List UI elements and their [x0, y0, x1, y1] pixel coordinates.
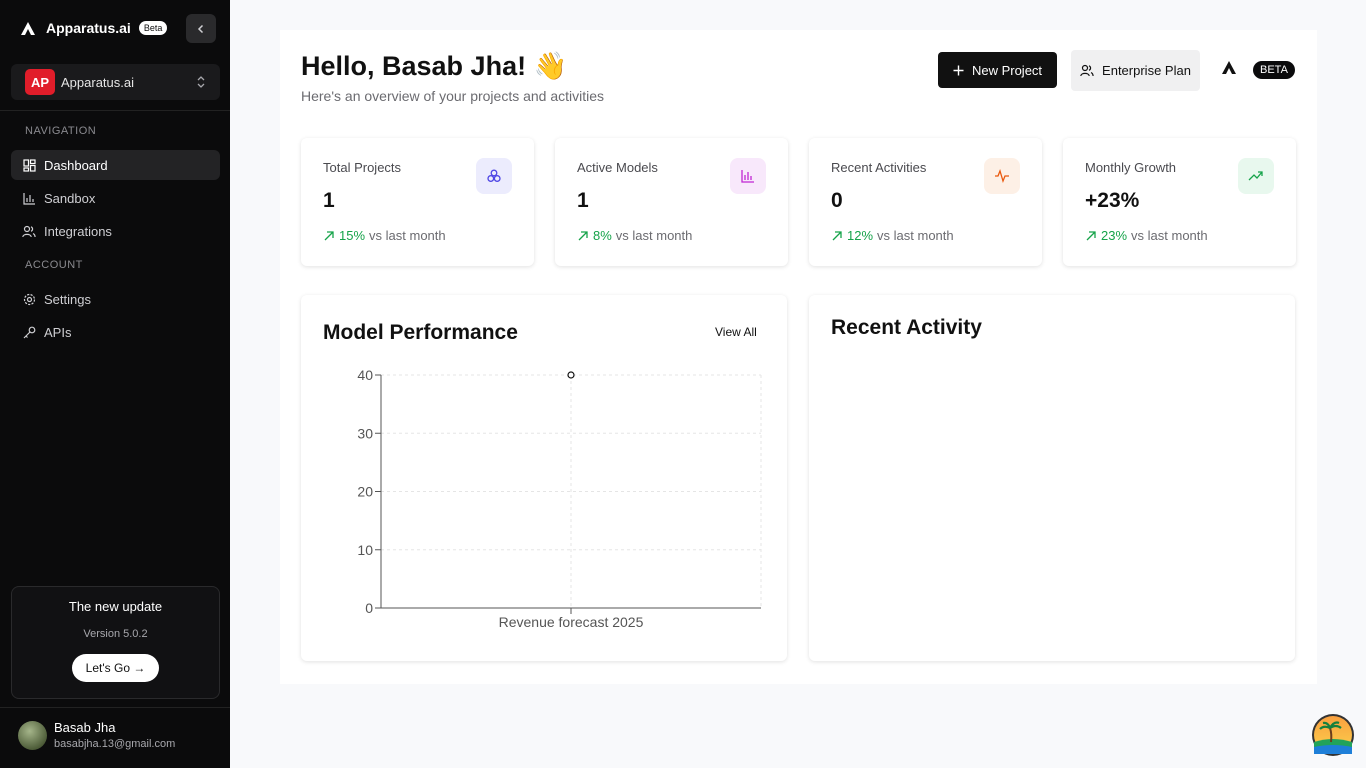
sidebar-divider: [0, 707, 230, 708]
trend-suffix: vs last month: [615, 228, 693, 243]
gear-icon: [22, 292, 36, 306]
stat-value: +23%: [1085, 189, 1140, 212]
x-tick-label: Revenue forecast 2025: [499, 614, 644, 630]
trending-up-icon: [1238, 158, 1274, 194]
assistant-avatar-button[interactable]: [1312, 714, 1354, 756]
avatar: [18, 720, 47, 750]
cubes-icon: [476, 158, 512, 194]
y-tick-label: 30: [357, 425, 373, 441]
y-tick-label: 40: [357, 367, 373, 383]
stat-value: 1: [577, 189, 589, 212]
sidebar-item-label: Integrations: [44, 223, 112, 239]
workspace-name: Apparatus.ai: [61, 74, 134, 90]
sidebar-item-apis[interactable]: APIs: [11, 317, 220, 347]
arrow-up-right-icon: [578, 230, 588, 240]
sidebar-divider: [0, 110, 230, 111]
stat-card-recent-activities: Recent Activities 0 12% vs last month: [809, 138, 1042, 266]
page-subtitle: Here's an overview of your projects and …: [301, 88, 605, 104]
lets-go-button[interactable]: Let's Go →: [71, 654, 160, 682]
enterprise-plan-label: Enterprise Plan: [1102, 63, 1191, 78]
stat-value: 0: [831, 189, 843, 212]
dashboard-icon: [22, 158, 36, 172]
recent-activity-panel: Recent Activity: [809, 295, 1295, 661]
stat-value: 1: [323, 189, 335, 212]
users-icon: [22, 224, 36, 238]
sidebar-item-label: APIs: [44, 324, 72, 340]
user-email: basabjha.13@gmail.com: [54, 738, 176, 750]
trend-suffix: vs last month: [369, 228, 446, 243]
stat-label: Total Projects: [323, 160, 402, 175]
trend-suffix: vs last month: [877, 228, 954, 243]
update-version: Version 5.0.2: [83, 628, 148, 640]
sidebar-item-dashboard[interactable]: Dashboard: [11, 150, 220, 180]
stat-trend: 8% vs last month: [577, 228, 692, 243]
y-tick-label: 0: [365, 600, 373, 616]
apparatus-logo-icon: [1222, 61, 1240, 79]
y-tick-label: 20: [357, 484, 373, 500]
stat-label: Active Models: [577, 160, 658, 175]
stat-label: Monthly Growth: [1085, 160, 1177, 175]
stat-trend: 12% vs last month: [831, 228, 954, 243]
model-performance-chart: 0 10 20 30 40 Revenue forecast 2025: [357, 367, 762, 630]
update-card: The new update Version 5.0.2 Let's Go →: [11, 586, 220, 699]
account-section-label: ACCOUNT: [25, 259, 83, 271]
bar-chart-icon: [730, 158, 766, 194]
sidebar-item-label: Dashboard: [44, 157, 108, 173]
sidebar-item-integrations[interactable]: Integrations: [11, 216, 220, 246]
sidebar-item-settings[interactable]: Settings: [11, 284, 220, 314]
arrow-up-right-icon: [1086, 230, 1096, 240]
users-icon: [1080, 64, 1094, 77]
brand[interactable]: Apparatus.ai Beta: [18, 14, 168, 42]
y-tick-label: 10: [357, 542, 373, 558]
panel-title: Recent Activity: [831, 316, 982, 339]
arrow-up-right-icon: [324, 230, 334, 240]
stat-card-total-projects: Total Projects 1 15% vs last month: [301, 138, 534, 266]
stat-card-active-models: Active Models 1 8% vs last month: [555, 138, 788, 266]
palm-island-icon: [1314, 716, 1352, 754]
app-name: Apparatus.ai: [46, 20, 131, 36]
stat-trend: 15% vs last month: [323, 228, 446, 243]
sidebar-item-sandbox[interactable]: Sandbox: [11, 183, 220, 213]
sidebar-item-label: Settings: [44, 291, 91, 307]
trend-percent: 8%: [593, 228, 612, 243]
trend-percent: 12%: [847, 228, 874, 243]
plus-icon: [953, 65, 964, 75]
apparatus-logo-icon: [18, 18, 38, 38]
activity-icon: [984, 158, 1020, 194]
data-point: [567, 371, 575, 379]
sidebar-item-label: Sandbox: [44, 190, 96, 206]
sidebar: Apparatus.ai Beta AP Apparatus.ai NAVIGA…: [0, 0, 230, 768]
chevron-up-down-icon: [197, 76, 205, 88]
user-name: Basab Jha: [54, 720, 116, 735]
user-profile[interactable]: Basab Jha basabjha.13@gmail.com: [18, 720, 175, 750]
arrow-up-right-icon: [832, 230, 842, 240]
bar-chart-icon: [22, 191, 36, 205]
workspace-selector[interactable]: AP Apparatus.ai: [11, 64, 220, 100]
trend-percent: 23%: [1101, 228, 1128, 243]
update-title: The new update: [68, 599, 163, 614]
enterprise-plan-button[interactable]: Enterprise Plan: [1071, 50, 1200, 91]
nav-section-label: NAVIGATION: [25, 125, 97, 137]
stat-card-monthly-growth: Monthly Growth +23% 23% vs last month: [1063, 138, 1296, 266]
new-project-label: New Project: [971, 62, 1043, 78]
model-performance-panel: Model Performance View All 0 10 20 30 40 Reve…: [301, 295, 787, 661]
key-icon: [22, 325, 36, 339]
page-title: Hello, Basab Jha! 👋: [301, 51, 568, 81]
trend-suffix: vs last month: [1131, 228, 1208, 243]
trend-percent: 15%: [339, 228, 366, 243]
beta-badge: Beta: [138, 21, 168, 35]
chevron-left-icon: [197, 24, 204, 33]
beta-badge: BETA: [1253, 61, 1295, 79]
collapse-sidebar-button[interactable]: [186, 14, 216, 43]
workspace-avatar: AP: [25, 69, 55, 95]
stat-label: Recent Activities: [831, 160, 927, 175]
stat-trend: 23% vs last month: [1085, 228, 1208, 243]
new-project-button[interactable]: New Project: [938, 52, 1057, 88]
